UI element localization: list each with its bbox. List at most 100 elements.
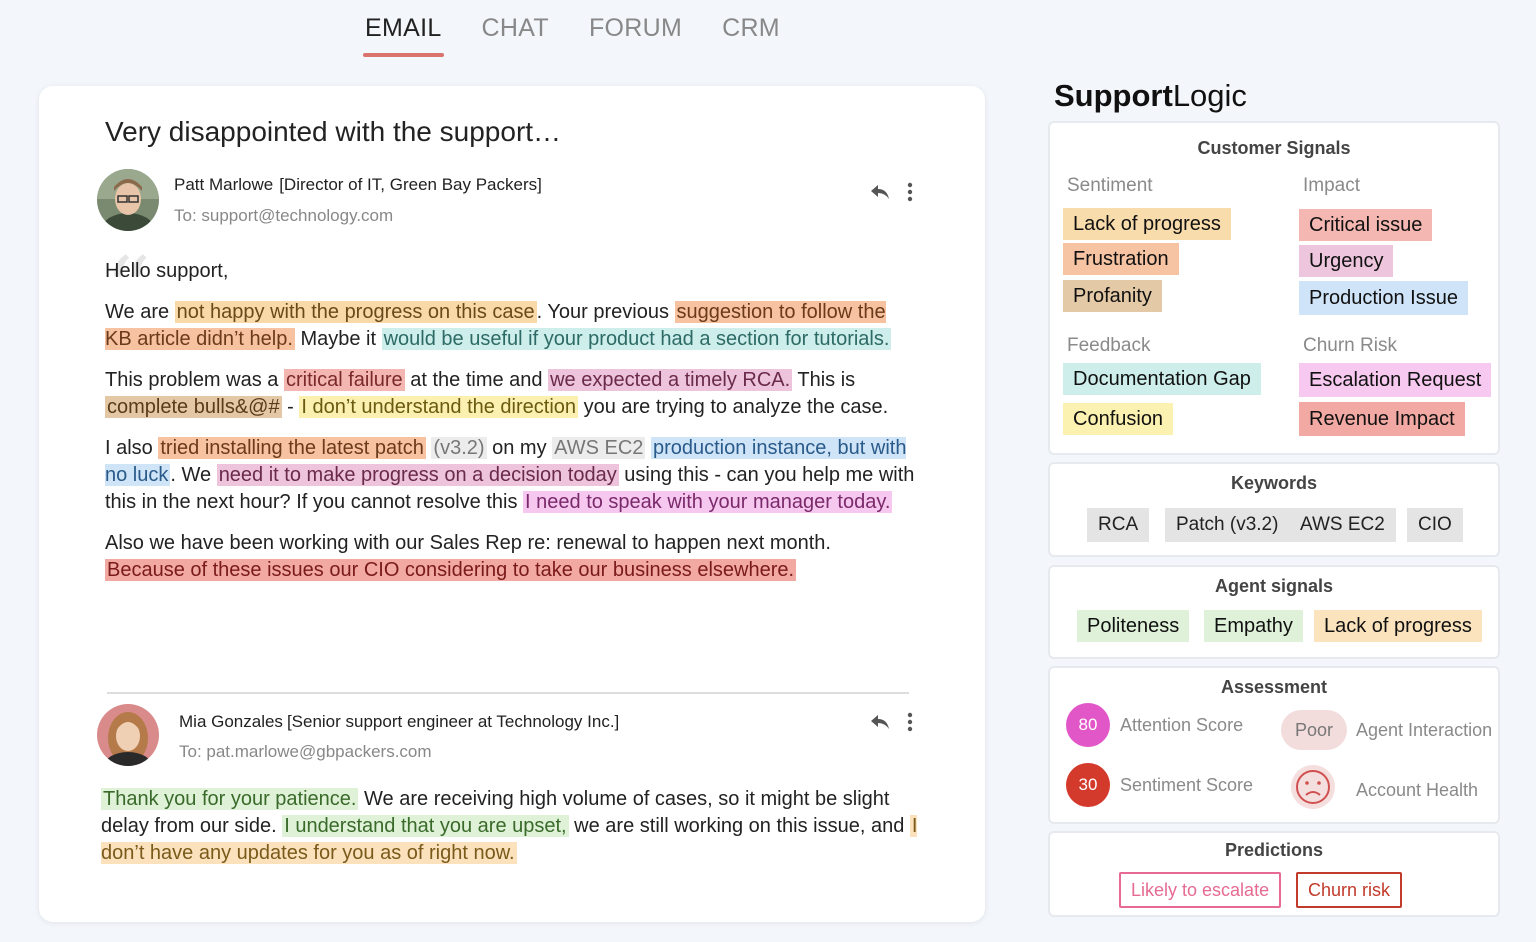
text: I also	[105, 437, 159, 459]
impact-label: Impact	[1303, 175, 1361, 196]
text: at the time and	[404, 369, 549, 391]
brand-light: Logic	[1172, 78, 1247, 113]
email-thread-card: Very disappointed with the support… Patt…	[39, 86, 985, 922]
signal-chip-urgency[interactable]: Urgency	[1299, 245, 1394, 277]
signal-chip-profanity[interactable]: Profanity	[1063, 280, 1162, 312]
paragraph: We are not happy with the progress on th…	[105, 299, 915, 353]
text: . Your previous	[536, 301, 675, 323]
message-actions	[869, 712, 913, 732]
email-subject: Very disappointed with the support…	[105, 116, 562, 147]
avatar	[97, 169, 159, 231]
paragraph: I also tried installing the latest patch…	[105, 435, 915, 516]
message-body: Hello support, We are not happy with the…	[105, 258, 915, 598]
prediction-likely-to-escalate[interactable]: Likely to escalate	[1119, 872, 1282, 908]
text: you are trying to analyze the case.	[578, 396, 889, 418]
keyword-chip[interactable]: RCA	[1087, 508, 1150, 542]
panel-title: Predictions	[1224, 840, 1324, 860]
tab-chat[interactable]: CHAT	[482, 14, 549, 53]
signal-chip-critical-issue[interactable]: Critical issue	[1299, 209, 1433, 241]
message-body: Thank you for your patience. We are rece…	[101, 786, 919, 881]
paragraph: Thank you for your patience. We are rece…	[101, 786, 919, 867]
sentiment-score-label: Sentiment Score	[1120, 775, 1254, 795]
agent-chip-empathy[interactable]: Empathy	[1204, 610, 1303, 642]
predictions-panel: Predictions Likely to escalate Churn ris…	[1048, 831, 1500, 917]
feedback-label: Feedback	[1067, 335, 1151, 356]
brand-bold: Support	[1054, 78, 1173, 113]
keyword-chip[interactable]: CIO	[1407, 508, 1463, 542]
more-options-icon[interactable]	[907, 712, 913, 732]
prediction-churn-risk[interactable]: Churn risk	[1296, 872, 1403, 908]
keyword-patch: (v3.2)	[431, 437, 487, 459]
message-divider	[107, 692, 909, 694]
highlight-urgency: we expected a timely RCA.	[548, 369, 793, 391]
sender-line: Mia Gonzales [Senior support engineer at …	[179, 712, 619, 732]
keyword-chip[interactable]: Patch (v3.2)	[1165, 508, 1290, 542]
sentiment-label: Sentiment	[1067, 175, 1153, 196]
highlight-revenue-impact: Because of these issues our CIO consider…	[105, 559, 797, 581]
highlight-politeness: Thank you for your patience.	[101, 788, 359, 810]
panel-title: Customer Signals	[1197, 138, 1351, 158]
more-options-icon[interactable]	[907, 182, 913, 202]
panel-title: Keywords	[1230, 473, 1318, 493]
keyword-chip[interactable]: AWS EC2	[1289, 508, 1396, 542]
paragraph: This problem was a critical failure at t…	[105, 367, 915, 421]
reply-icon[interactable]	[869, 183, 891, 201]
highlight-empathy: I understand that you are upset,	[282, 815, 569, 837]
signal-chip-escalation-request[interactable]: Escalation Request	[1299, 363, 1492, 397]
assessment-panel: Assessment 80 Attention Score 30 Sentime…	[1048, 666, 1500, 824]
highlight-confusion: I don’t understand the direction	[299, 396, 579, 418]
sad-face-icon	[1291, 765, 1335, 809]
recipient: To: pat.marlowe@gbpackers.com	[179, 742, 432, 761]
text: Maybe it	[294, 328, 382, 350]
signal-chip-revenue-impact[interactable]: Revenue Impact	[1299, 402, 1465, 436]
avatar	[97, 704, 159, 766]
tab-crm[interactable]: CRM	[722, 14, 780, 53]
highlight-escalation-request: I need to speak with your manager today.	[523, 491, 893, 513]
customer-signals-panel: Customer Signals Sentiment Lack of progr…	[1048, 121, 1500, 455]
signal-chip-production-issue[interactable]: Production Issue	[1299, 281, 1468, 315]
keywords-panel: Keywords RCA Patch (v3.2) AWS EC2 CIO	[1048, 462, 1500, 557]
greeting: Hello support,	[105, 260, 229, 282]
panel-title: Agent signals	[1214, 576, 1334, 596]
recipient: To: support@technology.com	[174, 206, 394, 225]
panel-title: Assessment	[1220, 677, 1328, 697]
agent-signals-panel: Agent signals Politeness Empathy Lack of…	[1048, 565, 1500, 659]
sentiment-score-badge: 30	[1066, 763, 1110, 807]
highlight-urgency: need it to make progress on a decision t…	[216, 464, 619, 486]
sender-role: [Senior support engineer at Technology I…	[286, 712, 620, 731]
text: Also we have been working with our Sales…	[105, 532, 831, 554]
sender-line: Patt Marlowe [Director of IT, Green Bay P…	[174, 175, 542, 195]
highlight-frustration: tried installing the latest patch	[158, 437, 426, 459]
tab-email[interactable]: EMAIL	[363, 14, 444, 57]
paragraph: Also we have been working with our Sales…	[105, 530, 915, 584]
agent-interaction-label: Agent Interaction	[1356, 720, 1493, 740]
text: This is	[792, 369, 856, 391]
keyword-aws-ec2: AWS EC2	[552, 437, 646, 459]
highlight-lack-of-progress: not happy with the progress on this case	[174, 301, 537, 323]
attention-score-badge: 80	[1066, 703, 1110, 747]
sender-name: Mia Gonzales	[179, 712, 283, 731]
text: on my	[486, 437, 553, 459]
text: we are still working on this issue, and	[568, 815, 910, 837]
text: -	[281, 396, 300, 418]
text: This problem was a	[105, 369, 284, 391]
agent-chip-politeness[interactable]: Politeness	[1077, 610, 1190, 642]
reply-icon[interactable]	[869, 713, 891, 731]
churn-risk-label: Churn Risk	[1303, 335, 1397, 356]
channel-tabs: EMAIL CHAT FORUM CRM	[363, 14, 780, 57]
signal-chip-confusion[interactable]: Confusion	[1063, 403, 1174, 435]
highlight-profanity: complete bulls&@#	[105, 396, 282, 418]
highlight-critical-issue: critical failure	[283, 369, 405, 391]
agent-interaction-rating: Poor	[1281, 710, 1348, 750]
attention-score-label: Attention Score	[1120, 715, 1244, 735]
text: . We	[170, 464, 217, 486]
signal-chip-documentation-gap[interactable]: Documentation Gap	[1063, 363, 1261, 395]
signal-chip-frustration[interactable]: Frustration	[1063, 243, 1179, 275]
tab-forum[interactable]: FORUM	[589, 14, 682, 53]
brand-logo: SupportLogic	[1054, 78, 1247, 114]
message-actions	[869, 182, 913, 202]
text: We are	[105, 301, 175, 323]
account-health-label: Account Health	[1356, 780, 1479, 800]
agent-chip-lack-of-progress[interactable]: Lack of progress	[1314, 610, 1482, 642]
signal-chip-lack-of-progress[interactable]: Lack of progress	[1063, 208, 1231, 240]
